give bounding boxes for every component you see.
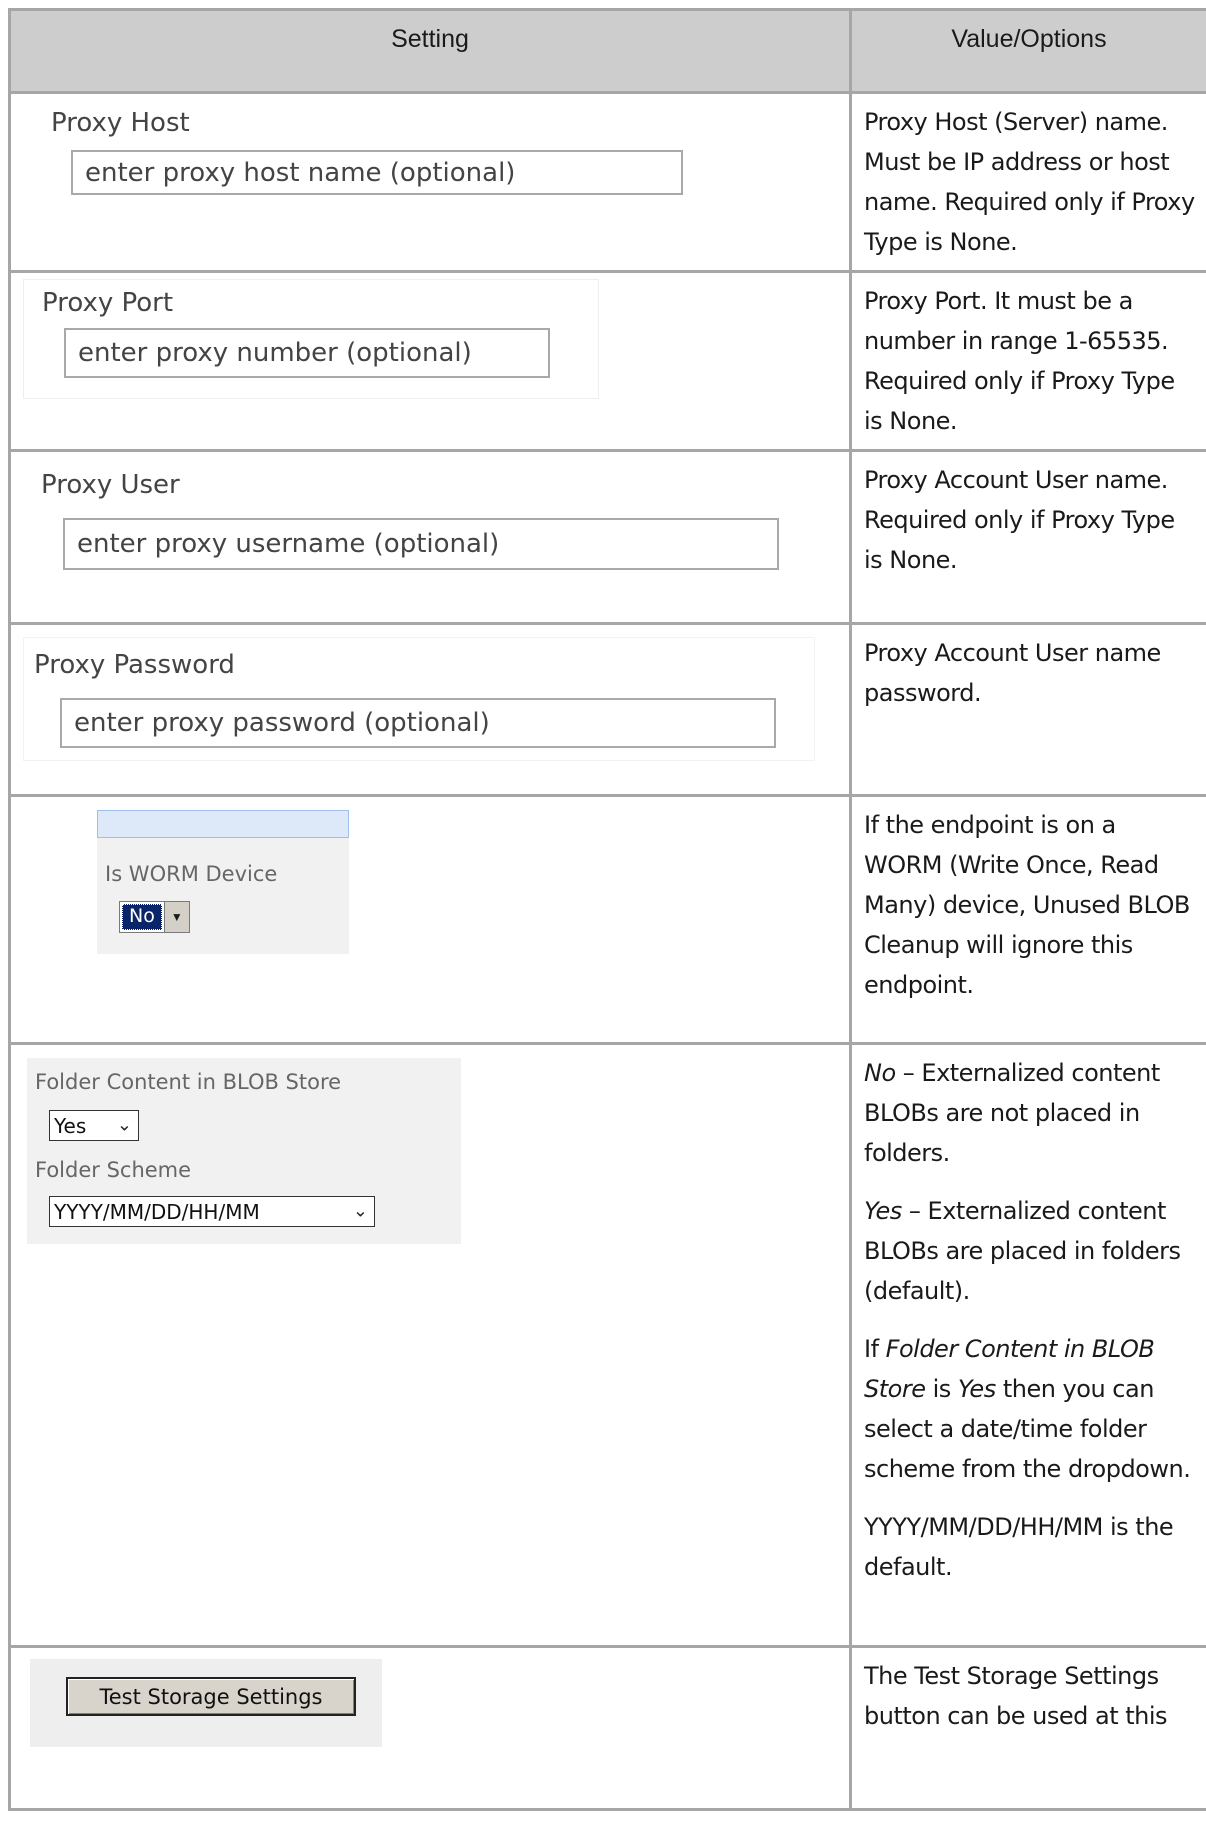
proxy-port-snapshot: Proxy Port enter proxy number (optional)	[23, 279, 599, 399]
desc-no-text: – Externalized content BLOBs are not pla…	[864, 1059, 1160, 1167]
proxy-password-input[interactable]: enter proxy password (optional)	[60, 698, 776, 748]
folder-description: No – Externalized content BLOBs are not …	[852, 1045, 1206, 1595]
proxy-user-snapshot: Proxy User enter proxy username (optiona…	[23, 460, 803, 580]
folder-content-selected: Yes	[54, 1113, 87, 1138]
chevron-down-icon: ⌄	[352, 1199, 368, 1221]
row-proxy-user: Proxy User enter proxy username (optiona…	[8, 449, 1206, 625]
test-description: The Test Storage Settings button can be …	[864, 1662, 1168, 1730]
folder-scheme-select[interactable]: YYYY/MM/DD/HH/MM ⌄	[49, 1196, 375, 1227]
dropdown-arrow-icon[interactable]: ▼	[163, 902, 189, 932]
term-yes: Yes	[957, 1375, 996, 1403]
value-cell: The Test Storage Settings button can be …	[849, 1645, 1206, 1811]
header-row: Setting Value/Options	[8, 8, 1206, 94]
proxy-host-description: Proxy Host (Server) name. Must be IP add…	[864, 108, 1195, 256]
setting-cell: Is WORM Device No ▼	[8, 794, 851, 1045]
value-cell: No – Externalized content BLOBs are not …	[849, 1042, 1206, 1648]
proxy-user-label: Proxy User	[41, 470, 180, 500]
proxy-user-input[interactable]: enter proxy username (optional)	[63, 518, 779, 570]
worm-selected-value: No	[122, 904, 162, 930]
chevron-down-icon: ⌄	[116, 1113, 132, 1135]
proxy-password-snapshot: Proxy Password enter proxy password (opt…	[23, 637, 815, 761]
row-proxy-port: Proxy Port enter proxy number (optional)…	[8, 270, 1206, 452]
value-cell: If the endpoint is on a WORM (Write Once…	[849, 794, 1206, 1045]
row-worm-device: Is WORM Device No ▼ If the endpoint is o…	[8, 794, 1206, 1045]
desc-if-mid: is	[925, 1375, 958, 1403]
setting-cell: Test Storage Settings	[8, 1645, 851, 1811]
setting-cell: Proxy Host enter proxy host name (option…	[8, 91, 851, 273]
proxy-password-label: Proxy Password	[34, 650, 235, 680]
folder-scheme-label: Folder Scheme	[35, 1158, 192, 1182]
setting-cell: Proxy Port enter proxy number (optional)	[8, 270, 851, 452]
value-cell: Proxy Account User name. Required only i…	[849, 449, 1206, 625]
proxy-host-label: Proxy Host	[51, 108, 190, 138]
folder-desc-no: No – Externalized content BLOBs are not …	[864, 1053, 1198, 1173]
value-cell: Proxy Account User name password.	[849, 622, 1206, 797]
worm-label: Is WORM Device	[105, 862, 278, 886]
folder-content-label: Folder Content in BLOB Store	[35, 1070, 342, 1094]
setting-cell: Proxy User enter proxy username (optiona…	[8, 449, 851, 625]
proxy-port-description: Proxy Port. It must be a number in range…	[864, 287, 1175, 435]
worm-description: If the endpoint is on a WORM (Write Once…	[864, 811, 1190, 999]
row-folder-content: Folder Content in BLOB Store Yes ⌄ Folde…	[8, 1042, 1206, 1648]
term-yes: Yes	[864, 1197, 902, 1225]
setting-cell: Folder Content in BLOB Store Yes ⌄ Folde…	[8, 1042, 851, 1648]
header-setting: Setting	[8, 8, 852, 94]
folder-panel: Folder Content in BLOB Store Yes ⌄ Folde…	[27, 1058, 461, 1244]
proxy-port-label: Proxy Port	[42, 288, 174, 318]
proxy-host-input[interactable]: enter proxy host name (optional)	[71, 150, 683, 195]
folder-scheme-selected: YYYY/MM/DD/HH/MM	[54, 1199, 260, 1224]
row-proxy-host: Proxy Host enter proxy host name (option…	[8, 91, 1206, 273]
folder-desc-if: If Folder Content in BLOB Store is Yes t…	[864, 1329, 1198, 1489]
row-test-storage: Test Storage Settings The Test Storage S…	[8, 1645, 1206, 1811]
test-button-panel: Test Storage Settings	[30, 1659, 382, 1747]
worm-panel: Is WORM Device No ▼	[97, 810, 349, 954]
desc-if-prefix: If	[864, 1335, 886, 1363]
desc-yes-text: – Externalized content BLOBs are placed …	[864, 1197, 1181, 1305]
folder-content-select[interactable]: Yes ⌄	[49, 1110, 139, 1141]
proxy-password-description: Proxy Account User name password.	[864, 639, 1161, 707]
proxy-user-description: Proxy Account User name. Required only i…	[864, 466, 1175, 574]
settings-table: Setting Value/Options Proxy Host enter p…	[8, 8, 1206, 1811]
setting-cell: Proxy Password enter proxy password (opt…	[8, 622, 851, 797]
row-proxy-password: Proxy Password enter proxy password (opt…	[8, 622, 1206, 797]
test-storage-settings-button[interactable]: Test Storage Settings	[66, 1677, 356, 1716]
term-no: No	[864, 1059, 896, 1087]
folder-desc-yes: Yes – Externalized content BLOBs are pla…	[864, 1191, 1198, 1311]
folder-desc-default: YYYY/MM/DD/HH/MM is the default.	[864, 1513, 1174, 1581]
value-cell: Proxy Port. It must be a number in range…	[849, 270, 1206, 452]
proxy-port-input[interactable]: enter proxy number (optional)	[64, 328, 550, 378]
worm-select[interactable]: No ▼	[119, 901, 190, 933]
value-cell: Proxy Host (Server) name. Must be IP add…	[849, 91, 1206, 273]
header-value-options: Value/Options	[849, 8, 1206, 94]
worm-header-bar	[97, 810, 349, 838]
proxy-host-snapshot: Proxy Host enter proxy host name (option…	[31, 100, 811, 210]
